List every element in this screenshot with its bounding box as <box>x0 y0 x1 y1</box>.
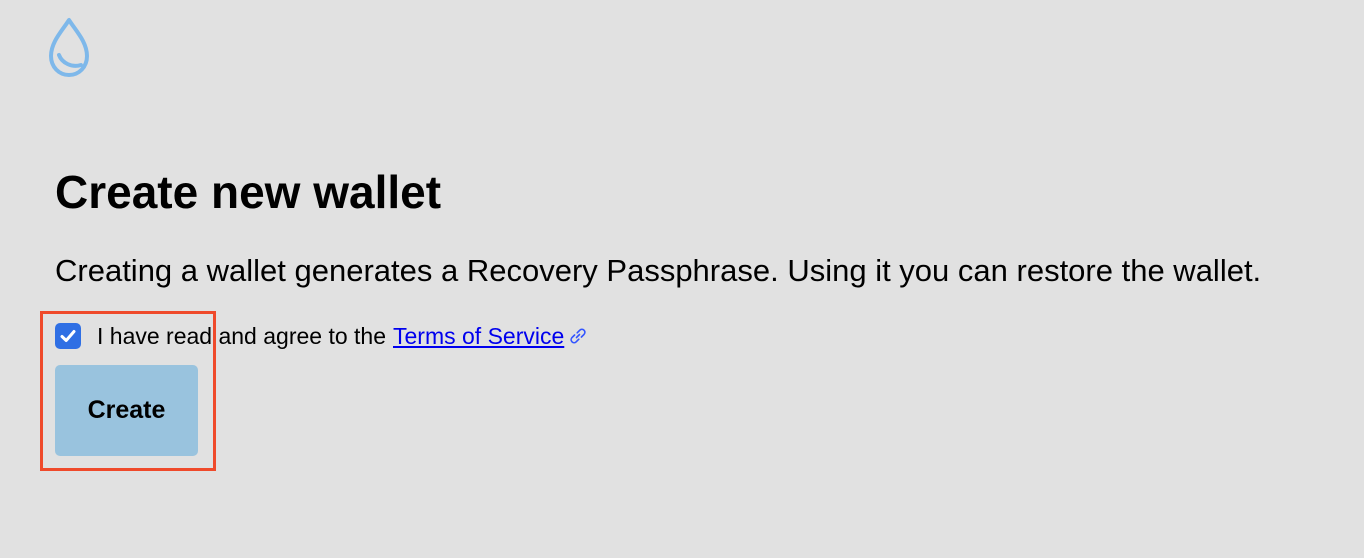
page-title: Create new wallet <box>55 166 442 218</box>
terms-label: I have read and agree to the <box>97 322 386 349</box>
create-button[interactable]: Create <box>55 365 198 456</box>
water-drop-icon <box>49 18 89 77</box>
app-logo <box>46 16 92 78</box>
external-link-icon[interactable] <box>568 326 588 346</box>
terms-checkbox[interactable] <box>55 323 81 349</box>
terms-of-service-link[interactable]: Terms of Service <box>393 323 564 350</box>
terms-agreement-row: I have read and agree to the Terms of Se… <box>55 322 588 350</box>
checkmark-icon <box>60 330 76 342</box>
page-description: Creating a wallet generates a Recovery P… <box>55 253 1262 288</box>
